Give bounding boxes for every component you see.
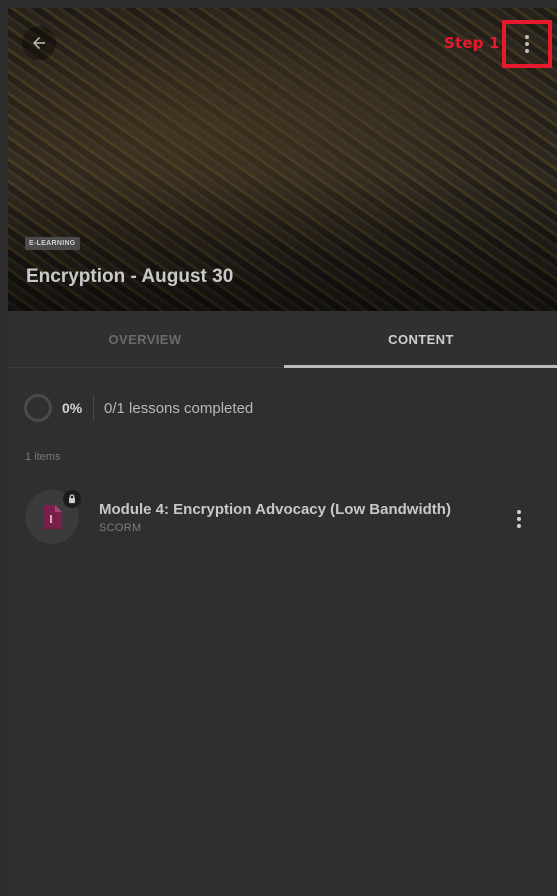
- progress-summary: 0% 0/1 lessons completed: [8, 388, 557, 428]
- lesson-item[interactable]: Module 4: Encryption Advocacy (Low Bandw…: [8, 484, 557, 550]
- more-vertical-icon: [525, 35, 529, 53]
- back-button[interactable]: [22, 26, 56, 60]
- lesson-title: Module 4: Encryption Advocacy (Low Bandw…: [99, 501, 451, 518]
- app-screen: Step 1 E-LEARNING Encryption - August 30…: [0, 0, 557, 896]
- lock-icon: [63, 490, 81, 508]
- phone-view: Step 1 E-LEARNING Encryption - August 30…: [8, 8, 557, 896]
- progress-divider: [93, 396, 94, 420]
- document-icon: [44, 505, 62, 529]
- more-options-button[interactable]: [502, 20, 552, 68]
- tab-bar: OVERVIEW CONTENT: [8, 311, 557, 368]
- lesson-type: SCORM: [99, 522, 142, 534]
- active-tab-indicator: [284, 365, 557, 368]
- course-type-badge: E-LEARNING: [25, 237, 80, 250]
- arrow-left-icon: [33, 37, 45, 49]
- course-hero: Step 1 E-LEARNING Encryption - August 30: [8, 8, 557, 311]
- tab-overview[interactable]: OVERVIEW: [8, 311, 282, 368]
- progress-ring: [24, 394, 52, 422]
- lessons-completed-text: 0/1 lessons completed: [104, 400, 254, 417]
- more-vertical-icon: [517, 510, 521, 528]
- tab-content[interactable]: CONTENT: [284, 311, 557, 368]
- step-annotation: Step 1: [444, 34, 500, 52]
- items-count: 1 items: [25, 451, 61, 463]
- lesson-icon-container: [25, 490, 81, 544]
- lesson-more-button[interactable]: [504, 504, 534, 534]
- progress-percent: 0%: [62, 400, 83, 416]
- course-title: Encryption - August 30: [26, 266, 234, 287]
